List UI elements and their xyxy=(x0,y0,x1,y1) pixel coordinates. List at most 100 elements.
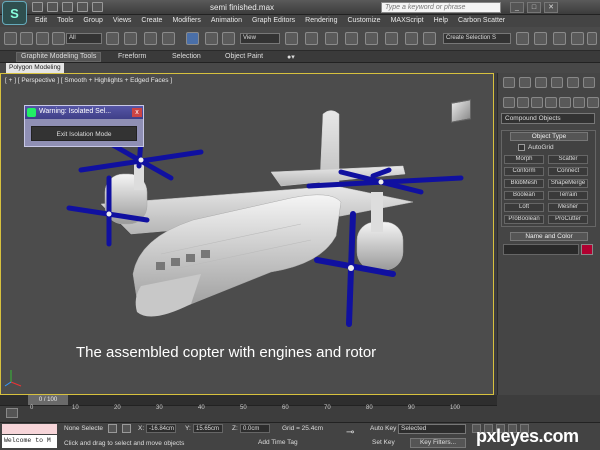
time-slider-thumb[interactable]: 0 / 100 xyxy=(28,395,68,405)
move-icon[interactable] xyxy=(186,32,199,45)
unlink-icon[interactable] xyxy=(52,32,65,45)
reference-coordinate-dropdown[interactable]: View xyxy=(240,33,280,44)
add-time-tag[interactable]: Add Time Tag xyxy=(258,439,298,446)
scatter-button[interactable]: Scatter xyxy=(548,155,588,164)
tab-selection[interactable]: Selection xyxy=(172,53,201,60)
selection-filter-dropdown[interactable]: All xyxy=(66,33,102,44)
proboolean-button[interactable]: ProBoolean xyxy=(504,215,544,224)
menu-create[interactable]: Create xyxy=(136,15,167,27)
terrain-button[interactable]: Terrain xyxy=(548,191,588,200)
shapemerge-button[interactable]: ShapeMerge xyxy=(548,179,588,188)
perspective-viewport[interactable]: [ + ] [ Perspective ] [ Smooth + Highlig… xyxy=(0,73,494,395)
maxscript-listener-output[interactable] xyxy=(2,424,57,434)
morph-button[interactable]: Morph xyxy=(504,155,544,164)
auto-key-button[interactable]: Auto Key xyxy=(370,425,396,432)
menu-edit[interactable]: Edit xyxy=(30,15,52,27)
autogrid-checkbox[interactable]: AutoGrid xyxy=(518,144,554,151)
lock-selection-icon[interactable] xyxy=(108,424,117,433)
x-coordinate-field[interactable]: -16.84cm xyxy=(146,424,176,433)
display-panel-icon[interactable] xyxy=(567,77,579,88)
geometry-icon[interactable] xyxy=(503,97,515,108)
motion-panel-icon[interactable] xyxy=(551,77,563,88)
named-selection-set-dropdown[interactable]: Create Selection S xyxy=(443,33,511,44)
menu-tools[interactable]: Tools xyxy=(52,15,78,27)
select-manipulate-icon[interactable] xyxy=(305,32,318,45)
absolute-mode-icon[interactable] xyxy=(122,424,131,433)
maxscript-listener[interactable]: Welcome to M xyxy=(2,435,57,448)
utilities-panel-icon[interactable] xyxy=(583,77,595,88)
open-file-icon[interactable] xyxy=(47,2,58,12)
menu-views[interactable]: Views xyxy=(108,15,137,27)
isolate-close-button[interactable]: x xyxy=(132,108,142,117)
ribbon-options-icon[interactable]: ●▾ xyxy=(287,53,295,61)
angle-snap-icon[interactable] xyxy=(365,32,378,45)
menu-customize[interactable]: Customize xyxy=(342,15,385,27)
mini-curve-editor-icon[interactable] xyxy=(6,408,18,418)
helpers-icon[interactable] xyxy=(559,97,571,108)
menu-rendering[interactable]: Rendering xyxy=(300,15,342,27)
window-crossing-icon[interactable] xyxy=(162,32,175,45)
viewcube-icon[interactable] xyxy=(451,99,471,123)
save-file-icon[interactable] xyxy=(62,2,73,12)
name-and-color-header[interactable]: Name and Color xyxy=(510,232,588,241)
menu-animation[interactable]: Animation xyxy=(206,15,247,27)
loft-button[interactable]: Loft xyxy=(504,203,544,212)
edit-named-selection-icon[interactable] xyxy=(423,32,436,45)
object-category-dropdown[interactable]: Compound Objects xyxy=(501,113,595,124)
search-input[interactable]: Type a keyword or phrase xyxy=(381,2,501,13)
undo-toolbar-icon[interactable] xyxy=(4,32,17,45)
tab-freeform[interactable]: Freeform xyxy=(118,53,146,60)
autogrid-checkbox-box[interactable] xyxy=(518,144,525,151)
minimize-button[interactable]: _ xyxy=(510,2,524,13)
maximize-button[interactable]: □ xyxy=(527,2,541,13)
render-setup-icon[interactable] xyxy=(553,32,566,45)
tab-polygon-modeling[interactable]: Polygon Modeling xyxy=(6,63,64,73)
space-warps-icon[interactable] xyxy=(573,97,585,108)
z-coordinate-field[interactable]: 0.0cm xyxy=(240,424,270,433)
undo-icon[interactable] xyxy=(77,2,88,12)
set-key-button[interactable]: Set Key xyxy=(372,439,395,446)
object-type-header[interactable]: Object Type xyxy=(510,132,588,141)
key-filters-button[interactable]: Key Filters... xyxy=(410,438,466,448)
object-color-swatch[interactable] xyxy=(581,244,593,255)
spinner-snap-icon[interactable] xyxy=(405,32,418,45)
link-icon[interactable] xyxy=(36,32,49,45)
keyboard-shortcut-icon[interactable] xyxy=(325,32,338,45)
systems-icon[interactable] xyxy=(587,97,599,108)
mesher-button[interactable]: Mesher xyxy=(548,203,588,212)
select-object-icon[interactable] xyxy=(106,32,119,45)
tab-object-paint[interactable]: Object Paint xyxy=(225,53,263,60)
hierarchy-panel-icon[interactable] xyxy=(535,77,547,88)
menu-help[interactable]: Help xyxy=(429,15,453,27)
menu-modifiers[interactable]: Modifiers xyxy=(167,15,205,27)
rectangular-selection-icon[interactable] xyxy=(144,32,157,45)
key-mode-dropdown[interactable]: Selected xyxy=(398,424,466,434)
redo-toolbar-icon[interactable] xyxy=(20,32,33,45)
rotate-icon[interactable] xyxy=(205,32,218,45)
menu-graph-editors[interactable]: Graph Editors xyxy=(247,15,300,27)
align-icon[interactable] xyxy=(534,32,547,45)
y-coordinate-field[interactable]: 15.65cm xyxy=(193,424,223,433)
lights-icon[interactable] xyxy=(531,97,543,108)
app-logo-icon[interactable]: S xyxy=(2,1,27,25)
percent-snap-icon[interactable] xyxy=(385,32,398,45)
redo-icon[interactable] xyxy=(92,2,103,12)
modify-panel-icon[interactable] xyxy=(519,77,531,88)
time-slider[interactable] xyxy=(0,395,497,405)
new-file-icon[interactable] xyxy=(32,2,43,12)
select-by-name-icon[interactable] xyxy=(124,32,137,45)
scale-icon[interactable] xyxy=(222,32,235,45)
conform-button[interactable]: Conform xyxy=(504,167,544,176)
close-button[interactable]: ✕ xyxy=(544,2,558,13)
viewport-label[interactable]: [ + ] [ Perspective ] [ Smooth + Highlig… xyxy=(5,77,172,84)
mirror-icon[interactable] xyxy=(516,32,529,45)
cameras-icon[interactable] xyxy=(545,97,557,108)
tab-graphite-modeling-tools[interactable]: Graphite Modeling Tools xyxy=(16,52,102,62)
connect-button[interactable]: Connect xyxy=(548,167,588,176)
render-frame-icon[interactable] xyxy=(571,32,584,45)
menu-carbon-scatter[interactable]: Carbon Scatter xyxy=(453,15,510,27)
key-icon[interactable]: ⊸ xyxy=(346,428,360,438)
snap-toggle-icon[interactable] xyxy=(345,32,358,45)
procutter-button[interactable]: ProCutter xyxy=(548,215,588,224)
exit-isolation-mode-button[interactable]: Exit Isolation Mode xyxy=(31,126,137,141)
